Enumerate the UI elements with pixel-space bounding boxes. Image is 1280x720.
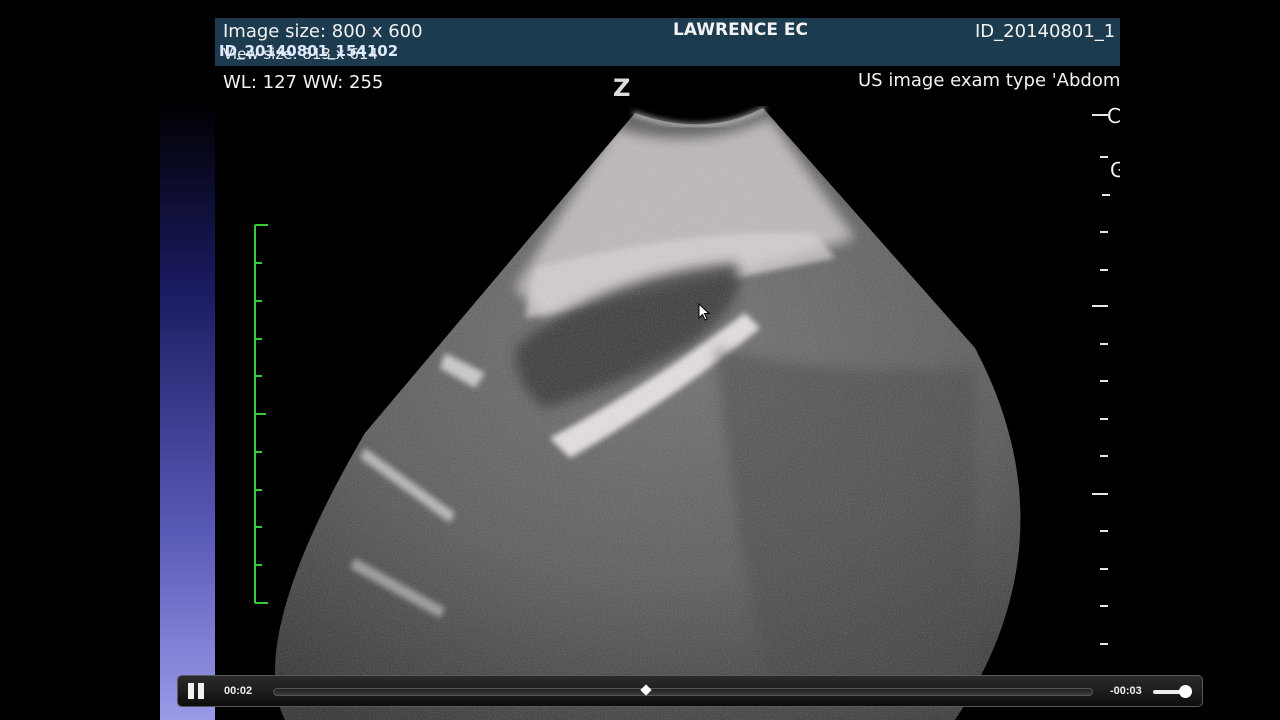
patient-name: LAWRENCE EC	[673, 20, 809, 40]
scale-tick	[1100, 418, 1108, 420]
scale-tick	[1100, 156, 1108, 158]
scale-tick	[1100, 231, 1108, 233]
pause-button[interactable]	[186, 683, 206, 699]
scale-tick	[1100, 343, 1108, 345]
scale-tick	[1092, 493, 1108, 495]
ultrasound-image	[275, 106, 1021, 720]
volume-knob[interactable]	[1179, 685, 1192, 698]
scale-tick	[1100, 530, 1108, 532]
scale-tick	[1100, 269, 1108, 271]
scale-tick	[1102, 194, 1110, 196]
study-id-right: ID_20140801_1	[975, 21, 1116, 42]
mouse-pointer-icon	[698, 303, 711, 321]
exam-type-label: US image exam type 'Abdomir	[858, 70, 1120, 91]
scale-tick	[1100, 643, 1108, 645]
pause-icon-bar	[198, 683, 204, 699]
pause-icon	[188, 683, 194, 699]
remaining-time: -00:03	[1110, 685, 1142, 697]
video-controls: 00:02 -00:03	[177, 675, 1203, 707]
study-id-left: ID_20140801_154102	[219, 42, 399, 60]
scale-tick	[1092, 305, 1108, 307]
side-gradient-panel	[160, 100, 215, 720]
scale-tick	[1100, 605, 1108, 607]
green-depth-scale	[254, 224, 268, 604]
scale-tick	[1100, 455, 1108, 457]
scale-tick	[1100, 568, 1108, 570]
window-level-label: WL: 127 WW: 255	[223, 72, 384, 93]
depth-scale-right	[1092, 108, 1120, 668]
seek-bar[interactable]	[273, 688, 1093, 696]
scale-tick	[1092, 114, 1108, 116]
image-size-label: Image size: 800 x 600	[223, 21, 423, 42]
ultrasound-viewer[interactable]: Image size: 800 x 600 View size: 813 x 6…	[215, 18, 1120, 720]
elapsed-time: 00:02	[224, 685, 253, 697]
orientation-marker: Z	[613, 74, 631, 102]
scale-tick	[1100, 380, 1108, 382]
